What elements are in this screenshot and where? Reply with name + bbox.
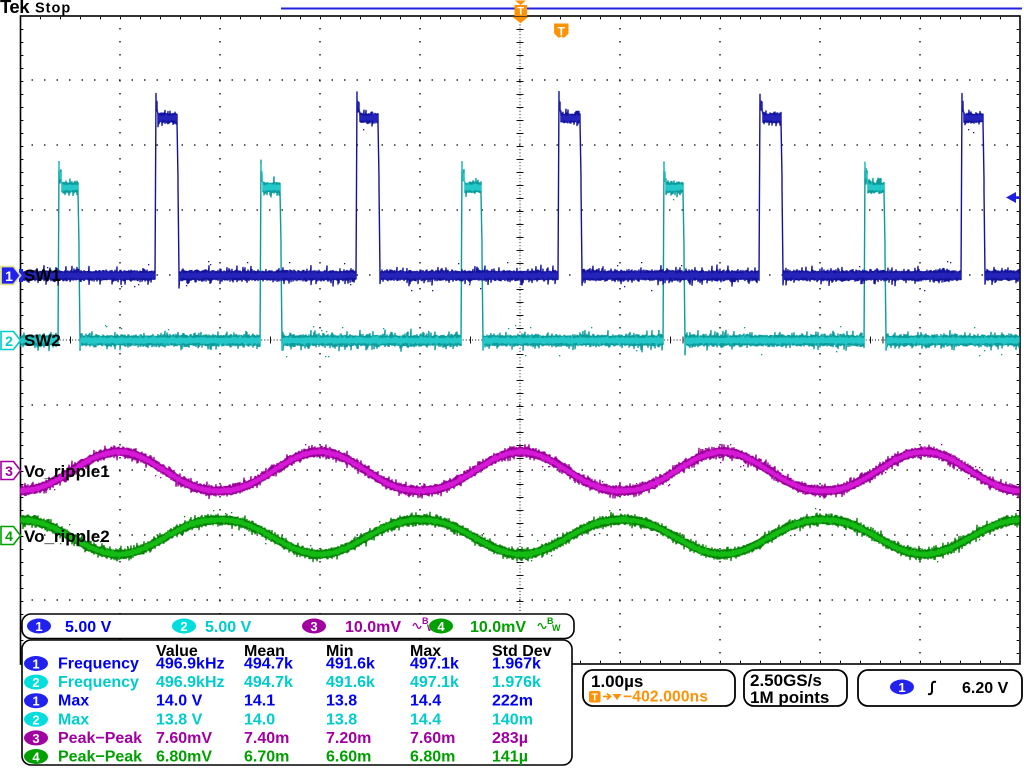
svg-text:1: 1 <box>32 657 39 672</box>
svg-text:7.60m: 7.60m <box>410 730 455 747</box>
svg-text:5.00 V: 5.00 V <box>205 619 252 636</box>
svg-text:14.0: 14.0 <box>244 711 275 728</box>
svg-text:10.0mV: 10.0mV <box>345 619 401 636</box>
svg-text:140m: 140m <box>492 711 533 728</box>
svg-text:1M points: 1M points <box>750 688 829 707</box>
svg-text:7.40m: 7.40m <box>244 730 289 747</box>
svg-text:6.80mV: 6.80mV <box>156 749 212 766</box>
svg-text:T: T <box>558 25 566 39</box>
svg-text:2: 2 <box>5 333 13 349</box>
svg-text:1: 1 <box>5 268 13 284</box>
svg-text:497.1k: 497.1k <box>410 656 459 673</box>
svg-text:SW2: SW2 <box>24 331 61 350</box>
svg-text:4: 4 <box>32 750 40 765</box>
svg-text:6.70m: 6.70m <box>244 749 289 766</box>
svg-text:7.20m: 7.20m <box>326 730 371 747</box>
svg-text:14.0 V: 14.0 V <box>156 693 203 710</box>
svg-text:283µ: 283µ <box>492 730 528 747</box>
svg-text:T: T <box>517 6 524 18</box>
svg-text:4: 4 <box>5 528 13 544</box>
svg-text:496.9kHz: 496.9kHz <box>156 674 225 691</box>
svg-text:6.80m: 6.80m <box>410 749 455 766</box>
svg-text:491.6k: 491.6k <box>326 674 375 691</box>
svg-text:496.9kHz: 496.9kHz <box>156 656 225 673</box>
svg-text:494.7k: 494.7k <box>244 656 293 673</box>
svg-text:Tek: Tek <box>0 0 30 17</box>
svg-text:Vo_ripple1: Vo_ripple1 <box>24 462 110 481</box>
svg-text:W: W <box>552 623 561 633</box>
svg-text:1.976k: 1.976k <box>492 674 541 691</box>
svg-text:222m: 222m <box>492 693 533 710</box>
svg-text:Frequency: Frequency <box>58 656 139 673</box>
svg-text:SW1: SW1 <box>24 266 61 285</box>
svg-text:−402.000ns: −402.000ns <box>623 689 708 706</box>
svg-text:10.0mV: 10.0mV <box>470 619 526 636</box>
svg-text:1: 1 <box>898 680 905 695</box>
svg-text:T: T <box>592 693 598 704</box>
svg-text:5.00 V: 5.00 V <box>65 619 112 636</box>
svg-text:1.967k: 1.967k <box>492 656 541 673</box>
svg-text:6.60m: 6.60m <box>326 749 371 766</box>
svg-text:3: 3 <box>310 619 317 634</box>
svg-text:Max: Max <box>58 711 89 728</box>
svg-text:2: 2 <box>32 712 39 727</box>
svg-text:Vo_ripple2: Vo_ripple2 <box>24 527 110 546</box>
svg-text:2: 2 <box>180 619 187 634</box>
svg-text:3: 3 <box>32 731 39 746</box>
svg-text:6.20 V: 6.20 V <box>962 680 1009 697</box>
svg-text:7.60mV: 7.60mV <box>156 730 212 747</box>
svg-text:1: 1 <box>35 619 42 634</box>
svg-text:497.1k: 497.1k <box>410 674 459 691</box>
svg-text:4: 4 <box>437 619 445 634</box>
svg-text:14.4: 14.4 <box>410 693 441 710</box>
svg-text:13.8: 13.8 <box>326 693 357 710</box>
svg-text:14.4: 14.4 <box>410 711 441 728</box>
svg-text:494.7k: 494.7k <box>244 674 293 691</box>
svg-text:13.8 V: 13.8 V <box>156 711 203 728</box>
svg-text:141µ: 141µ <box>492 749 528 766</box>
svg-text:14.1: 14.1 <box>244 693 275 710</box>
svg-text:Max: Max <box>58 693 89 710</box>
svg-text:13.8: 13.8 <box>326 711 357 728</box>
svg-text:Stop: Stop <box>35 1 71 17</box>
svg-text:Peak−Peak: Peak−Peak <box>58 730 142 747</box>
svg-text:3: 3 <box>5 463 13 479</box>
svg-text:1: 1 <box>32 694 39 709</box>
svg-text:491.6k: 491.6k <box>326 656 375 673</box>
svg-text:Frequency: Frequency <box>58 674 139 691</box>
svg-text:Peak−Peak: Peak−Peak <box>58 749 142 766</box>
svg-text:2: 2 <box>32 675 39 690</box>
